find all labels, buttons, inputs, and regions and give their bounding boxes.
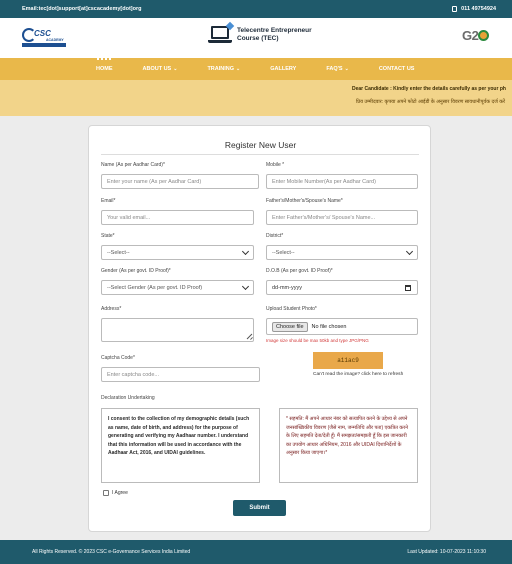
name-label: Name (As per Aadhar Card)*	[101, 162, 165, 168]
email-label: Email*	[101, 198, 116, 204]
photo-hint: Image size should be max 50kb and type J…	[266, 338, 369, 343]
dob-label: D.O.B (As per govt. ID Proof)*	[266, 268, 333, 274]
state-label: State*	[101, 233, 115, 239]
email-input[interactable]: Your valid email...	[101, 210, 254, 225]
nav-home[interactable]: HOME	[96, 58, 113, 72]
district-select[interactable]: --Select--	[266, 245, 418, 260]
csc-logo-text: CSC	[34, 29, 51, 38]
agree-label: I Agree	[112, 490, 128, 496]
laptop-icon	[208, 21, 235, 44]
submit-button[interactable]: Submit	[233, 500, 286, 516]
nav-contact-us[interactable]: CONTACT US	[379, 66, 415, 72]
g20-globe-icon	[478, 30, 490, 41]
state-select[interactable]: --Select--	[101, 245, 254, 260]
gender-select-value: --Select Gender (As per govt. ID Proof)	[107, 284, 203, 291]
site-footer: All Rights Reserved. © 2023 CSC e-Govern…	[0, 540, 512, 564]
photo-file-input[interactable]: Choose file No file chosen	[266, 318, 418, 335]
ticker-english: Dear Candidate : Kindly enter the detail…	[352, 86, 506, 92]
main-nav: HOME ABOUT US ⌄ TRAINING ⌄ GALLERY FAQ'S ⌄ …	[0, 58, 512, 80]
nav-about-us[interactable]: ABOUT US ⌄	[143, 66, 178, 72]
tec-title-line2: Course (TEC)	[237, 35, 279, 42]
dob-placeholder: dd-mm-yyyy	[272, 284, 302, 291]
nav-faqs[interactable]: FAQ'S ⌄	[326, 66, 349, 72]
declaration-label: Declaration Undertaking	[101, 395, 155, 401]
chevron-down-icon: ⌄	[344, 66, 349, 72]
agree-checkbox-row[interactable]: I Agree	[103, 490, 128, 496]
address-label: Address*	[101, 306, 122, 312]
declaration-hindi: * सहमति: मैं अपने आधार नंबर को सत्यापित …	[279, 408, 418, 483]
form-title-divider	[101, 154, 419, 155]
contact-phone: 011 49754924	[452, 6, 496, 12]
district-select-value: --Select--	[272, 249, 295, 256]
chevron-down-icon	[405, 247, 414, 255]
nav-contact-label: CONTACT US	[378, 66, 415, 72]
phone-icon	[452, 6, 458, 12]
form-title: Register New User	[224, 140, 297, 150]
chevron-down-icon: ⌄	[173, 66, 178, 72]
nav-about-label: ABOUT US	[142, 66, 172, 72]
captcha-refresh-link[interactable]: Can't read the image? click here to refr…	[313, 372, 403, 377]
ticker-hindi: प्रिय उम्मीदवार: कृपया अपने फोटो आईडी के…	[356, 99, 506, 105]
csc-logo-sub: ACADEMY	[46, 38, 64, 42]
g20-logo: G2	[462, 28, 490, 43]
chevron-down-icon: ⌄	[236, 66, 241, 72]
tec-logo[interactable]: Telecentre Entrepreneur Course (TEC)	[208, 21, 312, 44]
captcha-input[interactable]: Enter captcha code...	[101, 367, 260, 382]
nav-gallery-label: GALLERY	[270, 66, 297, 72]
state-select-value: --Select--	[107, 249, 130, 256]
footer-last-updated: Last Updated: 10-07-2023 11:10:30	[407, 549, 486, 555]
gender-label: Gender (As per govt. ID Proof)*	[101, 268, 171, 274]
announcement-ticker: Dear Candidate : Kindly enter the detail…	[0, 80, 512, 116]
nav-home-label: HOME	[96, 66, 113, 72]
father-name-label: Father's/Mother's/Spouse's Name*	[266, 198, 343, 204]
gender-select[interactable]: --Select Gender (As per govt. ID Proof)	[101, 280, 254, 295]
top-bar: Email:tec[dot]support[at]cscacademy[dot]…	[0, 0, 512, 18]
father-name-input[interactable]: Enter Father's/Mother's/ Spouse's Name..…	[266, 210, 418, 225]
phone-number[interactable]: 011 49754924	[461, 6, 496, 12]
csc-academy-logo[interactable]: CSC ACADEMY	[22, 28, 66, 48]
calendar-icon[interactable]	[405, 284, 411, 291]
nav-training[interactable]: TRAINING ⌄	[207, 66, 240, 72]
chevron-down-icon	[241, 247, 250, 255]
file-status: No file chosen	[311, 323, 347, 330]
declaration-english: I consent to the collection of my demogr…	[101, 408, 260, 483]
captcha-image: a11ac9	[313, 352, 383, 369]
district-label: District*	[266, 233, 284, 239]
g20-text: G2	[462, 28, 479, 43]
mobile-input[interactable]: Enter Mobile Number(As per Aadhar Card)	[266, 174, 418, 189]
contact-email[interactable]: Email:tec[dot]support[at]cscacademy[dot]…	[22, 6, 142, 12]
nav-training-label: TRAINING	[207, 66, 235, 72]
captcha-label: Captcha Code*	[101, 355, 135, 361]
choose-file-button[interactable]: Choose file	[272, 321, 308, 332]
address-textarea[interactable]	[101, 318, 254, 342]
dob-input[interactable]: dd-mm-yyyy	[266, 280, 418, 295]
agree-checkbox[interactable]	[103, 490, 109, 496]
name-input[interactable]: Enter your name (As per Aadhar Card)	[101, 174, 259, 189]
footer-copyright: All Rights Reserved. © 2023 CSC e-Govern…	[32, 549, 191, 555]
nav-faqs-label: FAQ'S	[326, 66, 343, 72]
mobile-label: Mobile *	[266, 162, 285, 168]
resize-handle-icon[interactable]	[246, 334, 252, 340]
csc-logo-band	[22, 43, 66, 47]
chevron-down-icon	[241, 282, 250, 290]
photo-label: Upload Student Photo*	[266, 306, 317, 312]
tec-title-line1: Telecentre Entrepreneur	[237, 27, 312, 34]
tec-title: Telecentre Entrepreneur Course (TEC)	[237, 27, 312, 43]
site-header: CSC ACADEMY Telecentre Entrepreneur Cour…	[0, 18, 512, 58]
nav-gallery[interactable]: GALLERY	[270, 66, 296, 72]
